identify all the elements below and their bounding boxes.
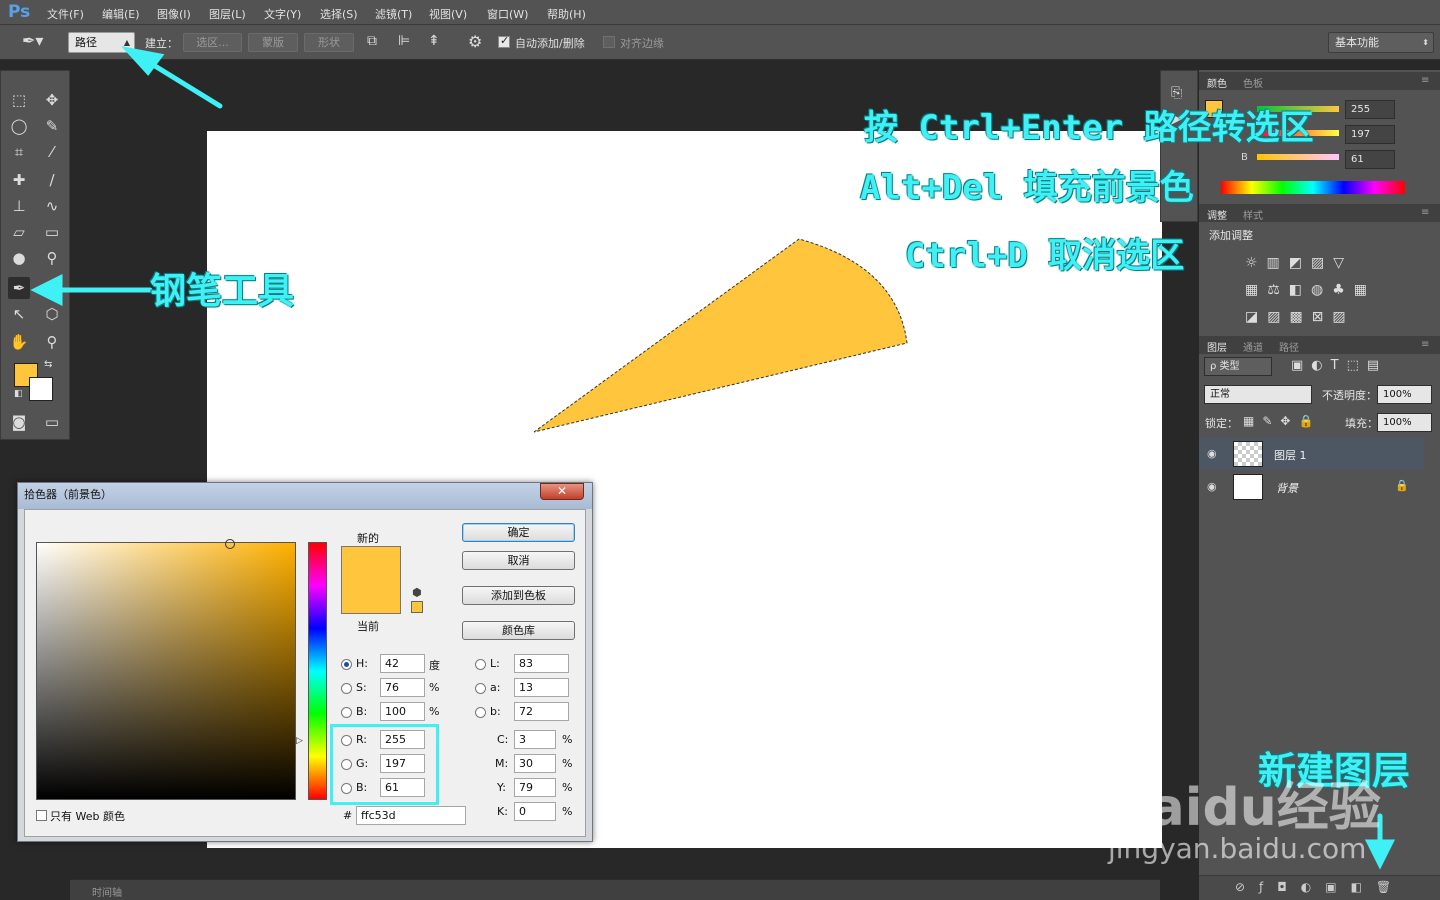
- watermark-logo: Baidu经验: [1110, 765, 1381, 840]
- annotation-pen-tool: 钢笔工具: [150, 271, 295, 312]
- annotation-step1: 按 Ctrl+Enter 路径转选区: [864, 108, 1314, 148]
- watermark-brand: Baidu经验: [1110, 778, 1381, 838]
- annotation-step3: Ctrl+D 取消选区: [905, 236, 1185, 276]
- arrow-head: [30, 273, 63, 307]
- annotation-step2: Alt+Del 填充前景色: [860, 168, 1194, 208]
- arrow-head: [1364, 839, 1396, 870]
- watermark-url: jingyan.baidu.com: [1108, 832, 1367, 865]
